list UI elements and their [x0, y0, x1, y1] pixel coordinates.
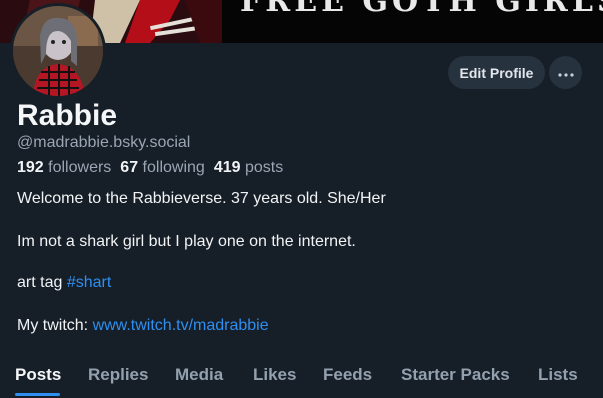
twitch-link[interactable]: www.twitch.tv/madrabbie [93, 317, 269, 334]
avatar[interactable] [10, 3, 106, 99]
ellipsis-icon [557, 65, 574, 80]
active-tab-indicator [15, 393, 60, 396]
followers-count: 192 [17, 159, 44, 176]
following-count: 67 [120, 159, 139, 176]
following-stat[interactable]: 67 following [120, 158, 205, 178]
bio-line: Im not a shark girl but I play one on th… [17, 233, 356, 250]
posts-count: 419 [213, 159, 241, 176]
bio-line: My twitch: www.twitch.tv/madrabbie [17, 316, 269, 336]
tab-lists[interactable]: Lists [538, 365, 578, 385]
tab-feeds[interactable]: Feeds [323, 365, 372, 385]
tab-starter-packs[interactable]: Starter Packs [401, 365, 510, 385]
edit-profile-button[interactable]: Edit Profile [448, 56, 545, 89]
bio-text: My twitch: [17, 317, 93, 334]
posts-label: posts [244, 159, 284, 176]
hashtag-link[interactable]: #shart [67, 274, 111, 291]
tab-replies[interactable]: Replies [88, 365, 148, 385]
following-label: following [142, 159, 205, 176]
profile-tabs: Posts Replies Media Likes Feeds Starter … [0, 356, 603, 398]
display-name: Rabbie [17, 99, 118, 132]
more-options-button[interactable] [549, 56, 582, 89]
tab-likes[interactable]: Likes [253, 365, 296, 385]
posts-stat: 419 posts [214, 158, 283, 178]
followers-stat[interactable]: 192 followers [17, 158, 111, 178]
banner-title: FREE GOTH GIRLS [240, 0, 603, 19]
profile-handle: @madrabbie.bsky.social [17, 134, 191, 151]
banner-artwork-right: FREE GOTH GIRLS [222, 0, 603, 43]
tab-media[interactable]: Media [175, 365, 223, 385]
profile-page: FREE GOTH GIRLS Edit Profile Rabbie @mad [0, 0, 603, 398]
followers-label: followers [48, 159, 112, 176]
bio-text: art tag [17, 274, 67, 291]
profile-stats: 192 followers 67 following 419 posts [17, 158, 292, 178]
bio-line: Welcome to the Rabbieverse. 37 years old… [17, 190, 386, 207]
bio-line: art tag #shart [17, 273, 111, 293]
tab-posts[interactable]: Posts [15, 365, 61, 385]
